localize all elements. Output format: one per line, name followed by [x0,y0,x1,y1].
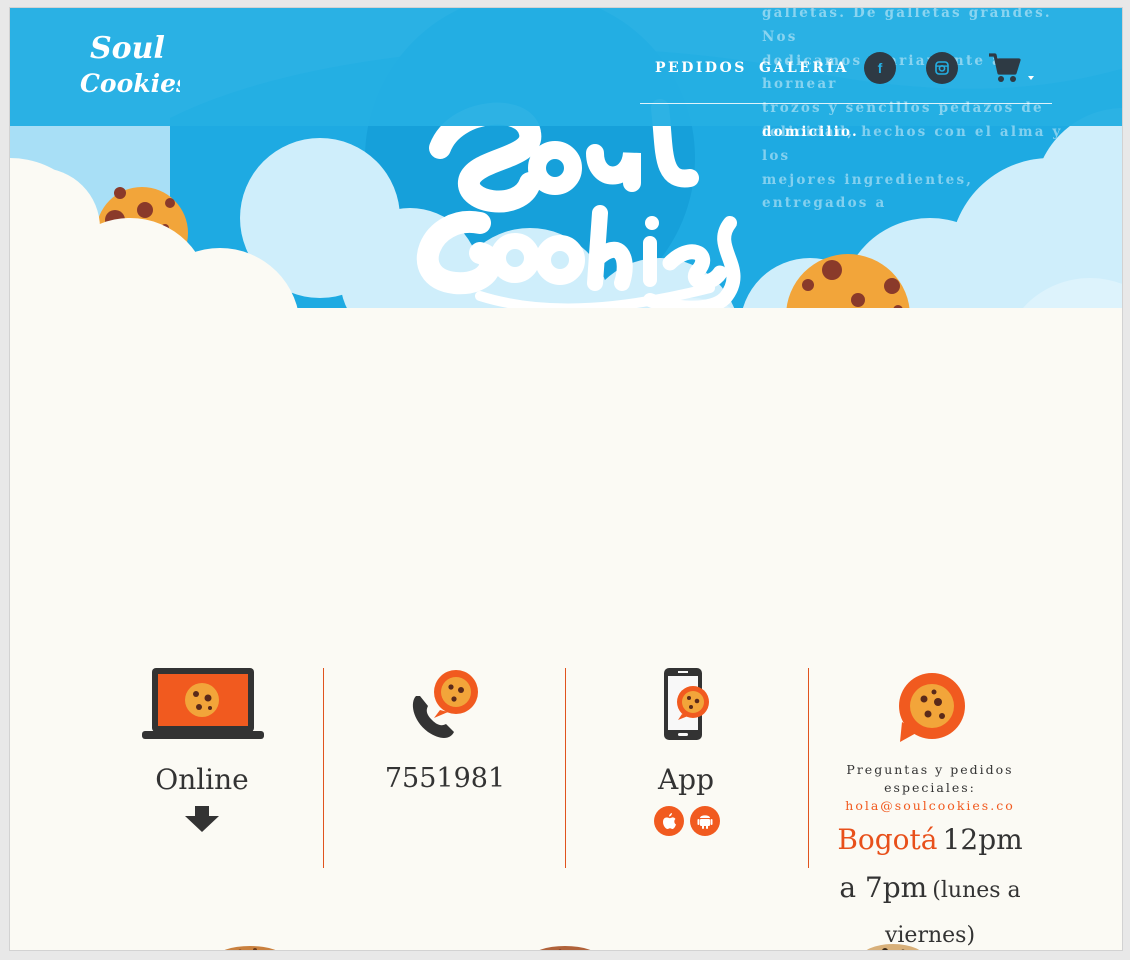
app-label: App [657,763,715,796]
tagline-last-line: domicilio. [762,124,859,140]
cookie-image-peek [866,944,920,950]
cookie-image-peek [539,946,591,950]
order-channels: Online 7551981 App Preguntas y pedidos e… [10,668,1122,950]
down-arrow-icon[interactable] [185,806,219,832]
cart-icon[interactable] [987,51,1021,85]
svg-text:Cookies: Cookies [80,69,180,98]
app-store-button[interactable] [654,806,684,836]
laptop-cookie-icon [142,668,264,739]
apple-icon [663,813,676,829]
svg-text:Soul: Soul [90,31,165,66]
nav-pedidos-link[interactable]: PEDIDOS [655,60,747,76]
tagline-text: galletas. De galletas grandes. Nos dedic… [762,7,1063,212]
contact-email-link[interactable]: hola@soulcookies.co [830,798,1030,813]
android-icon [697,815,713,829]
opening-hours: Bogotá 12pm a 7pm (lunes a viernes) [825,818,1035,950]
column-divider [323,668,324,868]
nav-divider [640,103,1052,104]
phone-number[interactable]: 7551981 [375,763,515,794]
cookie-image-peek [224,946,276,950]
special-orders-text: Preguntas y pedidos especiales: [846,762,1014,795]
city-name: Bogotá [837,823,938,856]
cart-dropdown-caret-icon[interactable] [1028,76,1034,80]
top-nav-bar: Soul Cookies galletas. De galletas grand… [10,8,1122,211]
online-label[interactable]: Online [140,763,264,796]
facebook-icon: f [877,60,883,76]
google-play-button[interactable] [690,806,720,836]
soul-cookies-logo[interactable]: Soul Cookies [80,26,180,101]
nav-galeria-link[interactable]: GALERÍA [759,60,849,76]
phone-cookie-icon [412,670,478,738]
instagram-icon [935,61,949,75]
facebook-button[interactable]: f [864,52,896,84]
smartphone-cookie-icon [664,668,709,740]
column-divider [565,668,566,868]
chat-cookie-icon [899,673,965,742]
instagram-button[interactable] [926,52,958,84]
page-frame: Soul Cookies galletas. De galletas grand… [9,7,1123,951]
column-divider [808,668,809,868]
